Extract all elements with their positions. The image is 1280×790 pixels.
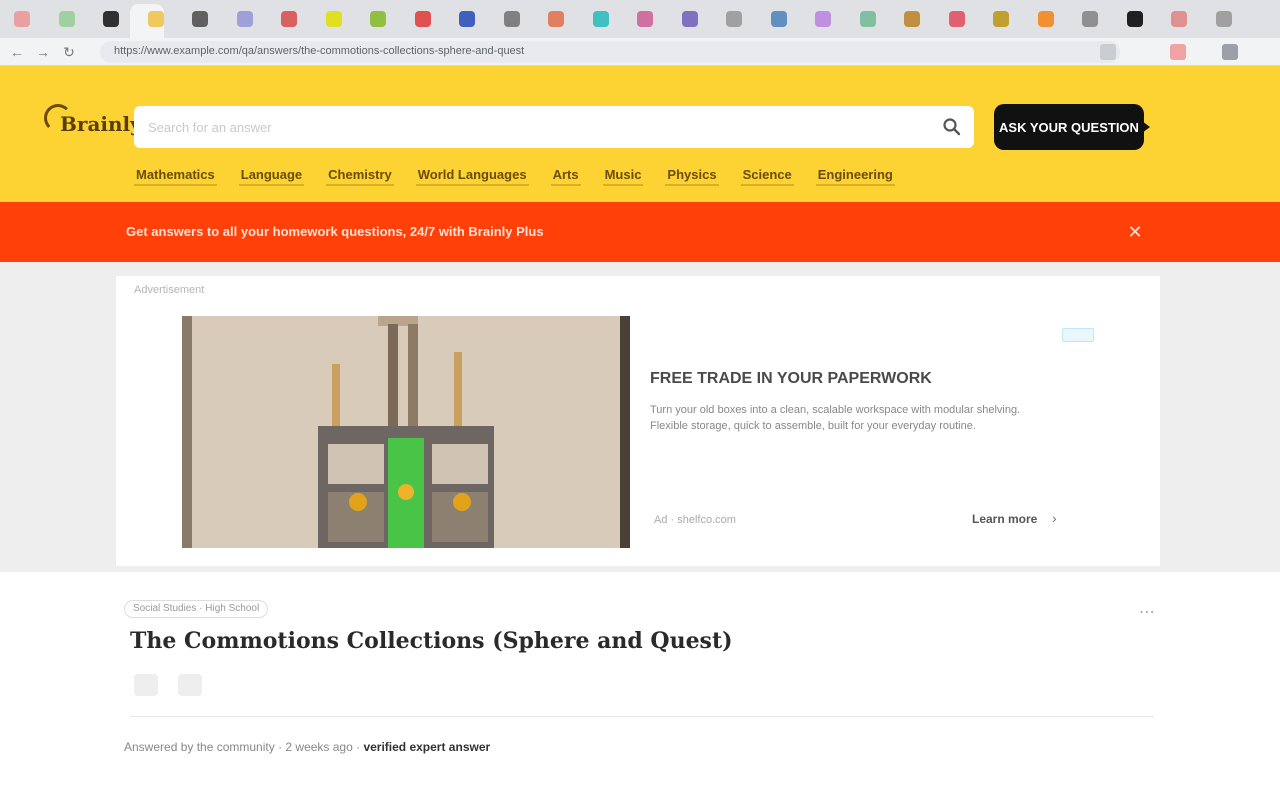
cta-pointer	[1142, 121, 1150, 133]
tab-favicon-icon[interactable]	[147, 11, 164, 27]
tab-favicon-icon[interactable]	[815, 11, 831, 27]
close-icon[interactable]: ✕	[1124, 221, 1146, 243]
tab-favicon-icon[interactable]	[681, 11, 698, 27]
tab-favicon-icon[interactable]	[503, 11, 520, 27]
tab-favicon-icon[interactable]	[58, 11, 75, 27]
nav-link-engineering[interactable]: Engineering	[815, 164, 895, 186]
avatar[interactable]	[134, 674, 158, 696]
bookmark-star-icon[interactable]	[1100, 44, 1116, 60]
address-bar[interactable]: https://www.example.com/qa/answers/the-c…	[100, 41, 1120, 63]
ad-image[interactable]	[182, 316, 630, 548]
bookmark-icon[interactable]	[178, 674, 202, 696]
chevron-right-icon[interactable]: ›	[1052, 510, 1057, 526]
tab-favicon-icon[interactable]	[14, 11, 30, 27]
nav-link-mathematics[interactable]: Mathematics	[134, 164, 217, 186]
tab-favicon-icon[interactable]	[1037, 11, 1054, 27]
profile-icon[interactable]	[1222, 44, 1238, 60]
ad-title[interactable]: FREE TRADE IN YOUR PAPERWORK	[650, 370, 932, 388]
search-input[interactable]	[148, 117, 928, 137]
tab-favicon-icon[interactable]	[103, 11, 119, 27]
subject-nav: Mathematics Language Chemistry World Langua…	[134, 164, 895, 186]
extension-icon[interactable]	[1170, 44, 1186, 60]
tab-favicon-icon[interactable]	[370, 11, 386, 27]
browser-tabstrip	[0, 0, 1280, 38]
tab-favicon-icon[interactable]	[548, 11, 564, 27]
forward-icon[interactable]: →	[34, 43, 52, 61]
tab-favicon-icon[interactable]	[859, 11, 876, 27]
byline: Answered by the community · 2 weeks ago …	[124, 740, 490, 754]
divider	[130, 716, 1154, 717]
nav-link-world-languages[interactable]: World Languages	[415, 164, 529, 186]
more-options-icon[interactable]: ⋯	[1136, 602, 1158, 624]
tab-favicon-icon[interactable]	[726, 11, 742, 27]
logo-text: Brainly	[60, 112, 142, 136]
nav-link-music[interactable]: Music	[602, 164, 644, 186]
tab-favicon-icon[interactable]	[993, 11, 1009, 27]
tab-favicon-icon[interactable]	[1171, 11, 1187, 27]
reload-icon[interactable]: ↻	[60, 43, 78, 61]
ad-body: Turn your old boxes into a clean, scalab…	[650, 404, 1021, 432]
tab-favicon-icon[interactable]	[236, 11, 253, 27]
nav-link-chemistry[interactable]: Chemistry	[326, 164, 394, 186]
nav-link-arts[interactable]: Arts	[550, 164, 581, 186]
ask-question-button[interactable]: ASK YOUR QUESTION	[994, 104, 1144, 150]
tab-favicon-icon[interactable]	[904, 11, 920, 27]
tab-favicon-icon[interactable]	[637, 11, 653, 27]
tab-favicon-icon[interactable]	[281, 11, 297, 27]
ad-card[interactable]: Advertisement FREE TRADE IN YOUR PAPERWO…	[116, 276, 1160, 566]
nav-link-science[interactable]: Science	[740, 164, 794, 186]
byline-prefix: Answered by the community · 2 weeks ago …	[124, 740, 364, 754]
tab-favicon-icon[interactable]	[459, 11, 475, 27]
browser-toolbar: ← → ↻ https://www.example.com/qa/answers…	[0, 38, 1280, 66]
tab-favicon-icon[interactable]	[1126, 11, 1143, 27]
tab-favicon-icon[interactable]	[414, 11, 431, 27]
tab-favicon-icon[interactable]	[1215, 11, 1232, 27]
promo-text[interactable]: Get answers to all your homework questio…	[126, 224, 544, 239]
ad-label: Advertisement	[134, 284, 205, 296]
site-header: Brainly ASK YOUR QUESTION Mathematics Lan…	[0, 66, 1280, 202]
tab-favicon-icon[interactable]	[192, 11, 208, 27]
byline-author[interactable]: verified expert answer	[363, 740, 490, 754]
promo-banner: Get answers to all your homework questio…	[0, 202, 1280, 262]
tab-favicon-icon[interactable]	[948, 11, 965, 27]
nav-link-language[interactable]: Language	[238, 164, 305, 186]
category-chip[interactable]: Social Studies · High School	[124, 600, 269, 618]
tab-favicon-icon[interactable]	[325, 11, 342, 27]
tab-favicon-icon[interactable]	[592, 11, 609, 27]
ad-region: Advertisement FREE TRADE IN YOUR PAPERWO…	[0, 262, 1280, 572]
back-icon[interactable]: ←	[8, 43, 26, 61]
shelving-illustration	[182, 316, 630, 548]
url-text: https://www.example.com/qa/answers/the-c…	[114, 45, 525, 57]
ad-learn-more-button[interactable]: Learn more	[972, 512, 1037, 526]
search-box	[134, 106, 974, 148]
search-icon[interactable]	[942, 117, 962, 137]
site-logo[interactable]: Brainly	[44, 104, 142, 140]
article-header: Social Studies · High School The Commoti…	[0, 572, 1280, 790]
tab-favicon-icon[interactable]	[770, 11, 787, 27]
page-title: The Commotions Collections (Sphere and Q…	[130, 628, 733, 654]
tab-favicon-icon[interactable]	[1082, 11, 1098, 27]
ad-domain: Ad · shelfco.com	[654, 514, 736, 526]
adchoices-icon[interactable]	[1062, 328, 1094, 342]
nav-link-physics[interactable]: Physics	[665, 164, 719, 186]
